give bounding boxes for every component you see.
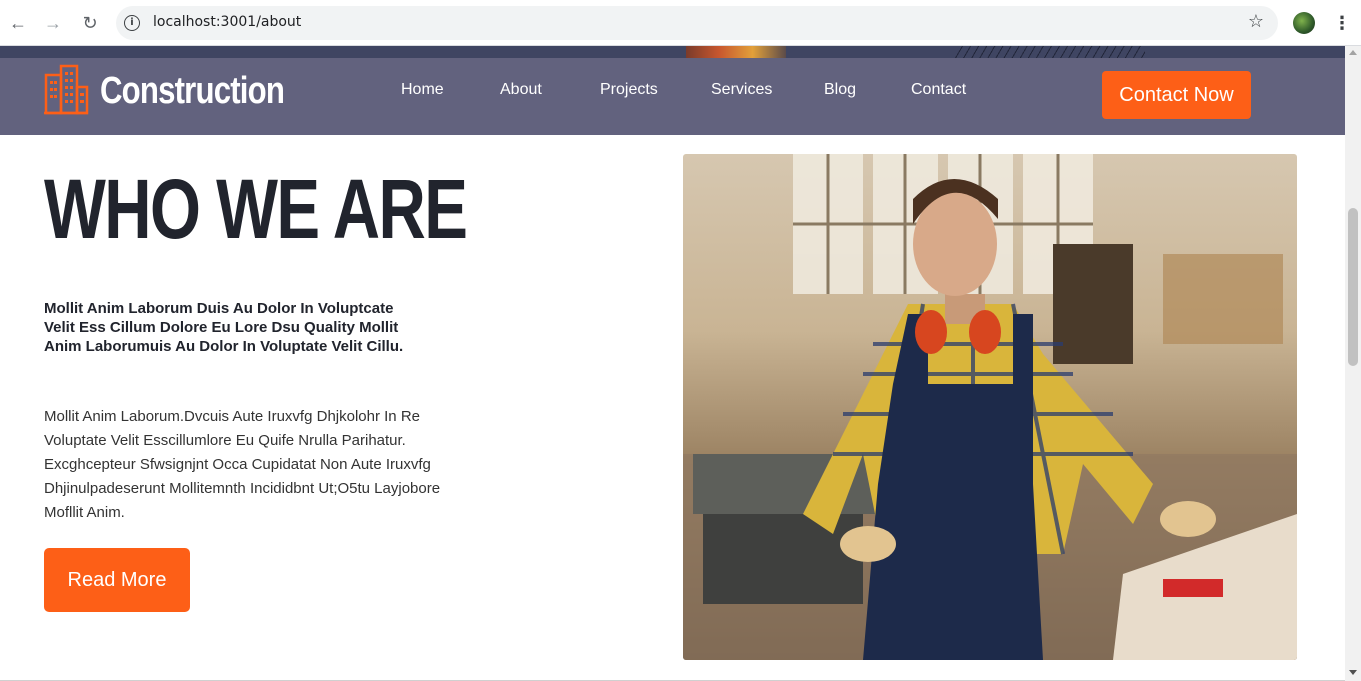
site-navbar: Construction Home About Projects Service…: [0, 58, 1345, 135]
browser-toolbar: ← → ↻ i localhost:3001/about ☆ ⋮: [0, 0, 1361, 46]
hero-image-strip: [0, 46, 1345, 58]
read-more-button[interactable]: Read More: [44, 548, 190, 612]
url-text[interactable]: localhost:3001/about: [153, 14, 301, 30]
nav-projects[interactable]: Projects: [600, 81, 658, 99]
nav-blog[interactable]: Blog: [824, 81, 856, 99]
body-paragraph: Mollit Anim Laborum.Dvcuis Aute Iruxvfg …: [44, 408, 441, 521]
nav-about[interactable]: About: [500, 81, 542, 99]
lead-paragraph: Mollit Anim Laborum Duis Au Dolor In Vol…: [44, 300, 404, 355]
back-icon[interactable]: ←: [7, 12, 29, 34]
nav-home[interactable]: Home: [401, 81, 444, 99]
forward-icon[interactable]: →: [42, 12, 64, 34]
building-logo-icon[interactable]: [43, 63, 89, 115]
hero-strip-lines: [955, 46, 1145, 58]
page-title: WHO WE ARE: [44, 162, 468, 256]
worker-illustration: [683, 154, 1297, 660]
scroll-down-arrow-icon[interactable]: [1349, 670, 1357, 675]
scrollbar-thumb[interactable]: [1348, 208, 1358, 366]
star-icon[interactable]: ☆: [1248, 11, 1264, 32]
vertical-scrollbar[interactable]: [1345, 46, 1361, 681]
page-viewport: Construction Home About Projects Service…: [0, 46, 1345, 681]
scroll-up-arrow-icon[interactable]: [1349, 50, 1357, 55]
brand-name[interactable]: Construction: [100, 70, 285, 113]
info-icon[interactable]: i: [124, 15, 140, 31]
hero-strip-figure: [686, 46, 786, 58]
profile-avatar[interactable]: [1293, 12, 1315, 34]
nav-contact[interactable]: Contact: [911, 81, 966, 99]
contact-now-button[interactable]: Contact Now: [1102, 71, 1251, 119]
nav-services[interactable]: Services: [711, 81, 772, 99]
worker-photo: [683, 154, 1297, 660]
reload-icon[interactable]: ↻: [79, 12, 101, 34]
address-bar[interactable]: i localhost:3001/about ☆: [116, 6, 1278, 40]
kebab-menu-icon[interactable]: ⋮: [1333, 10, 1351, 36]
